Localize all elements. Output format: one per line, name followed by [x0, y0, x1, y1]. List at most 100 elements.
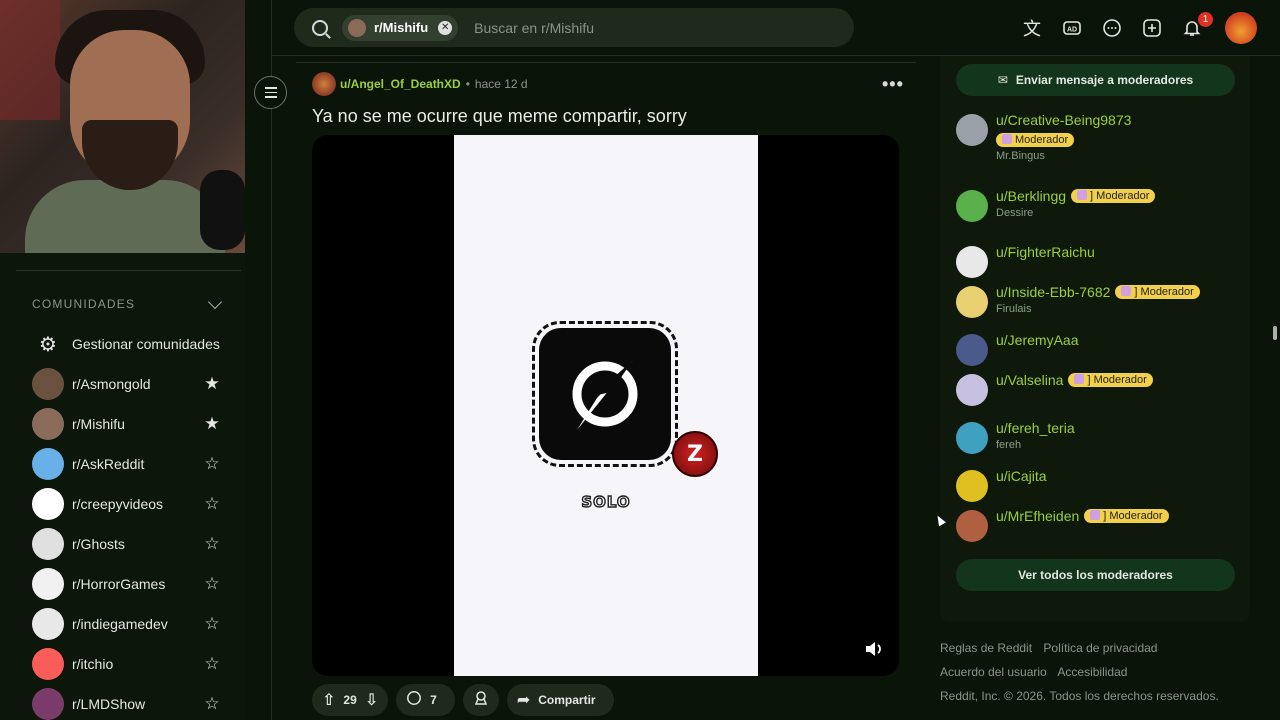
subreddit-avatar [348, 18, 366, 37]
create-post-icon[interactable] [1140, 16, 1164, 40]
post-video[interactable]: Z SOLO [312, 135, 899, 676]
post-title[interactable]: Ya no se me ocurre que meme compartir, s… [312, 106, 687, 127]
footer-link[interactable]: Accesibilidad [1057, 665, 1127, 679]
moderator-avatar [956, 510, 988, 542]
clear-scope-icon[interactable]: ✕ [438, 20, 453, 35]
search-scope-chip[interactable]: r/Mishifu ✕ [342, 14, 459, 41]
community-avatar [32, 448, 64, 480]
moderator-item[interactable]: u/FighterRaichu [956, 244, 1246, 278]
moderator-name[interactable]: u/MrEfheiden [996, 508, 1079, 524]
comment-icon [406, 690, 422, 711]
upvote-icon[interactable]: ⇧ [322, 690, 335, 710]
ads-icon[interactable]: AD [1060, 16, 1084, 40]
moderator-avatar [956, 286, 988, 318]
search-input[interactable]: Buscar en r/Mishifu [474, 20, 594, 36]
user-avatar[interactable] [1225, 12, 1257, 44]
moderator-avatar [956, 190, 988, 222]
communities-header[interactable]: COMUNIDADES [32, 294, 224, 311]
moderator-name[interactable]: u/JeremyAaa [996, 332, 1078, 348]
moderator-item[interactable]: u/JeremyAaa [956, 332, 1246, 366]
downvote-icon[interactable]: ⇩ [365, 690, 378, 710]
sidebar-divider [16, 270, 241, 271]
footer-link[interactable]: Acuerdo del usuario [940, 665, 1047, 679]
community-name: r/HorrorGames [72, 576, 166, 592]
volume-icon[interactable] [863, 638, 887, 662]
sidebar-community[interactable]: r/Mishifu ★ [32, 404, 224, 444]
z-badge: Z [672, 431, 718, 477]
moderator-item[interactable]: u/Creative-Being9873 Moderador Mr.Bingus [956, 112, 1246, 162]
moderator-item[interactable]: u/Valselina ] Moderador [956, 372, 1246, 406]
search-bar[interactable]: r/Mishifu ✕ Buscar en r/Mishifu [294, 8, 854, 47]
star-outline-icon[interactable]: ☆ [200, 654, 224, 674]
moderator-name[interactable]: u/fereh_teria [996, 420, 1075, 436]
translate-icon[interactable]: 文 [1020, 16, 1044, 40]
moderator-user-flair: fereh [996, 439, 1022, 451]
post-actions: ⇧ 29 ⇩ 7 ➦ Compartir [312, 684, 614, 716]
post-author[interactable]: u/Angel_Of_DeathXD [340, 77, 461, 91]
community-name: r/itchio [72, 656, 114, 672]
community-name: r/Asmongold [72, 376, 151, 392]
footer-link[interactable]: Política de privacidad [1043, 641, 1157, 655]
share-button[interactable]: ➦ Compartir [506, 684, 614, 716]
scrollbar[interactable] [1273, 326, 1277, 340]
chat-icon[interactable] [1100, 16, 1124, 40]
manage-communities[interactable]: ⚙ Gestionar comunidades [32, 324, 224, 364]
community-avatar [32, 368, 64, 400]
comments-button[interactable]: 7 [396, 684, 455, 716]
moderator-name[interactable]: u/Berklingg [996, 188, 1066, 204]
moderator-flair: ] Moderador [1068, 373, 1153, 387]
moderator-item[interactable]: u/fereh_teriafereh [956, 420, 1246, 454]
moderator-item[interactable]: u/MrEfheiden] Moderador [956, 508, 1246, 542]
share-label: Compartir [538, 693, 596, 707]
star-outline-icon[interactable]: ☆ [200, 614, 224, 634]
moderator-name[interactable]: u/Creative-Being9873 [996, 112, 1131, 128]
author-avatar[interactable] [312, 72, 336, 96]
star-filled-icon[interactable]: ★ [200, 414, 224, 434]
left-sidebar: COMUNIDADES ⚙ Gestionar comunidades r/As… [0, 253, 245, 720]
moderator-name[interactable]: u/FighterRaichu [996, 244, 1095, 260]
moderator-user-flair: Dessire [996, 207, 1034, 219]
moderators-panel: ✉ Enviar mensaje a moderadores u/Creativ… [940, 56, 1250, 622]
moderator-avatar [956, 422, 988, 454]
view-all-mods-button[interactable]: Ver todos los moderadores [956, 559, 1235, 591]
community-avatar [32, 688, 64, 720]
post-time: hace 12 d [474, 77, 528, 91]
moderator-item[interactable]: u/Inside-Ebb-7682] Moderador Firulais [956, 284, 1246, 318]
community-avatar [32, 408, 64, 440]
footer-link[interactable]: Reglas de Reddit [940, 641, 1032, 655]
moderator-name[interactable]: u/Inside-Ebb-7682 [996, 284, 1110, 300]
sidebar-community[interactable]: r/indiegamedev ☆ [32, 604, 224, 644]
moderator-name[interactable]: u/Valselina [996, 372, 1063, 388]
moderator-item[interactable]: u/Berklingg ] Moderador Dessire [956, 188, 1246, 222]
sidebar-community[interactable]: r/HorrorGames ☆ [32, 564, 224, 604]
star-outline-icon[interactable]: ☆ [200, 574, 224, 594]
chevron-down-icon[interactable] [207, 294, 223, 310]
sidebar-community[interactable]: r/Ghosts ☆ [32, 524, 224, 564]
more-options-icon[interactable]: ••• [882, 74, 904, 95]
share-icon: ➦ [516, 692, 531, 709]
sidebar-community[interactable]: r/AskReddit ☆ [32, 444, 224, 484]
award-button[interactable] [462, 684, 499, 716]
sidebar-community[interactable]: r/LMDShow ☆ [32, 684, 224, 720]
moderator-avatar [956, 374, 988, 406]
star-outline-icon[interactable]: ☆ [200, 454, 224, 474]
star-filled-icon[interactable]: ★ [200, 374, 224, 394]
copyright: Reddit, Inc. © 2026. Todos los derechos … [940, 689, 1219, 703]
star-outline-icon[interactable]: ☆ [200, 494, 224, 514]
moderator-name[interactable]: u/iCajita [996, 468, 1047, 484]
sidebar-community[interactable]: r/Asmongold ★ [32, 364, 224, 404]
post-divider [296, 62, 916, 63]
moderator-flair: ] Moderador [1071, 189, 1156, 203]
expand-menu-button[interactable] [254, 76, 287, 109]
notification-badge: 1 [1198, 12, 1213, 27]
vote-count: 29 [343, 693, 357, 707]
sidebar-community[interactable]: r/itchio ☆ [32, 644, 224, 684]
star-outline-icon[interactable]: ☆ [200, 534, 224, 554]
webcam-overlay [0, 0, 245, 253]
moderator-flair: ] Moderador [1115, 285, 1200, 299]
message-mods-button[interactable]: ✉ Enviar mensaje a moderadores [956, 64, 1235, 96]
moderator-item[interactable]: u/iCajita [956, 468, 1246, 502]
app-logo [532, 321, 678, 467]
star-outline-icon[interactable]: ☆ [200, 694, 224, 714]
sidebar-community[interactable]: r/creepyvideos ☆ [32, 484, 224, 524]
